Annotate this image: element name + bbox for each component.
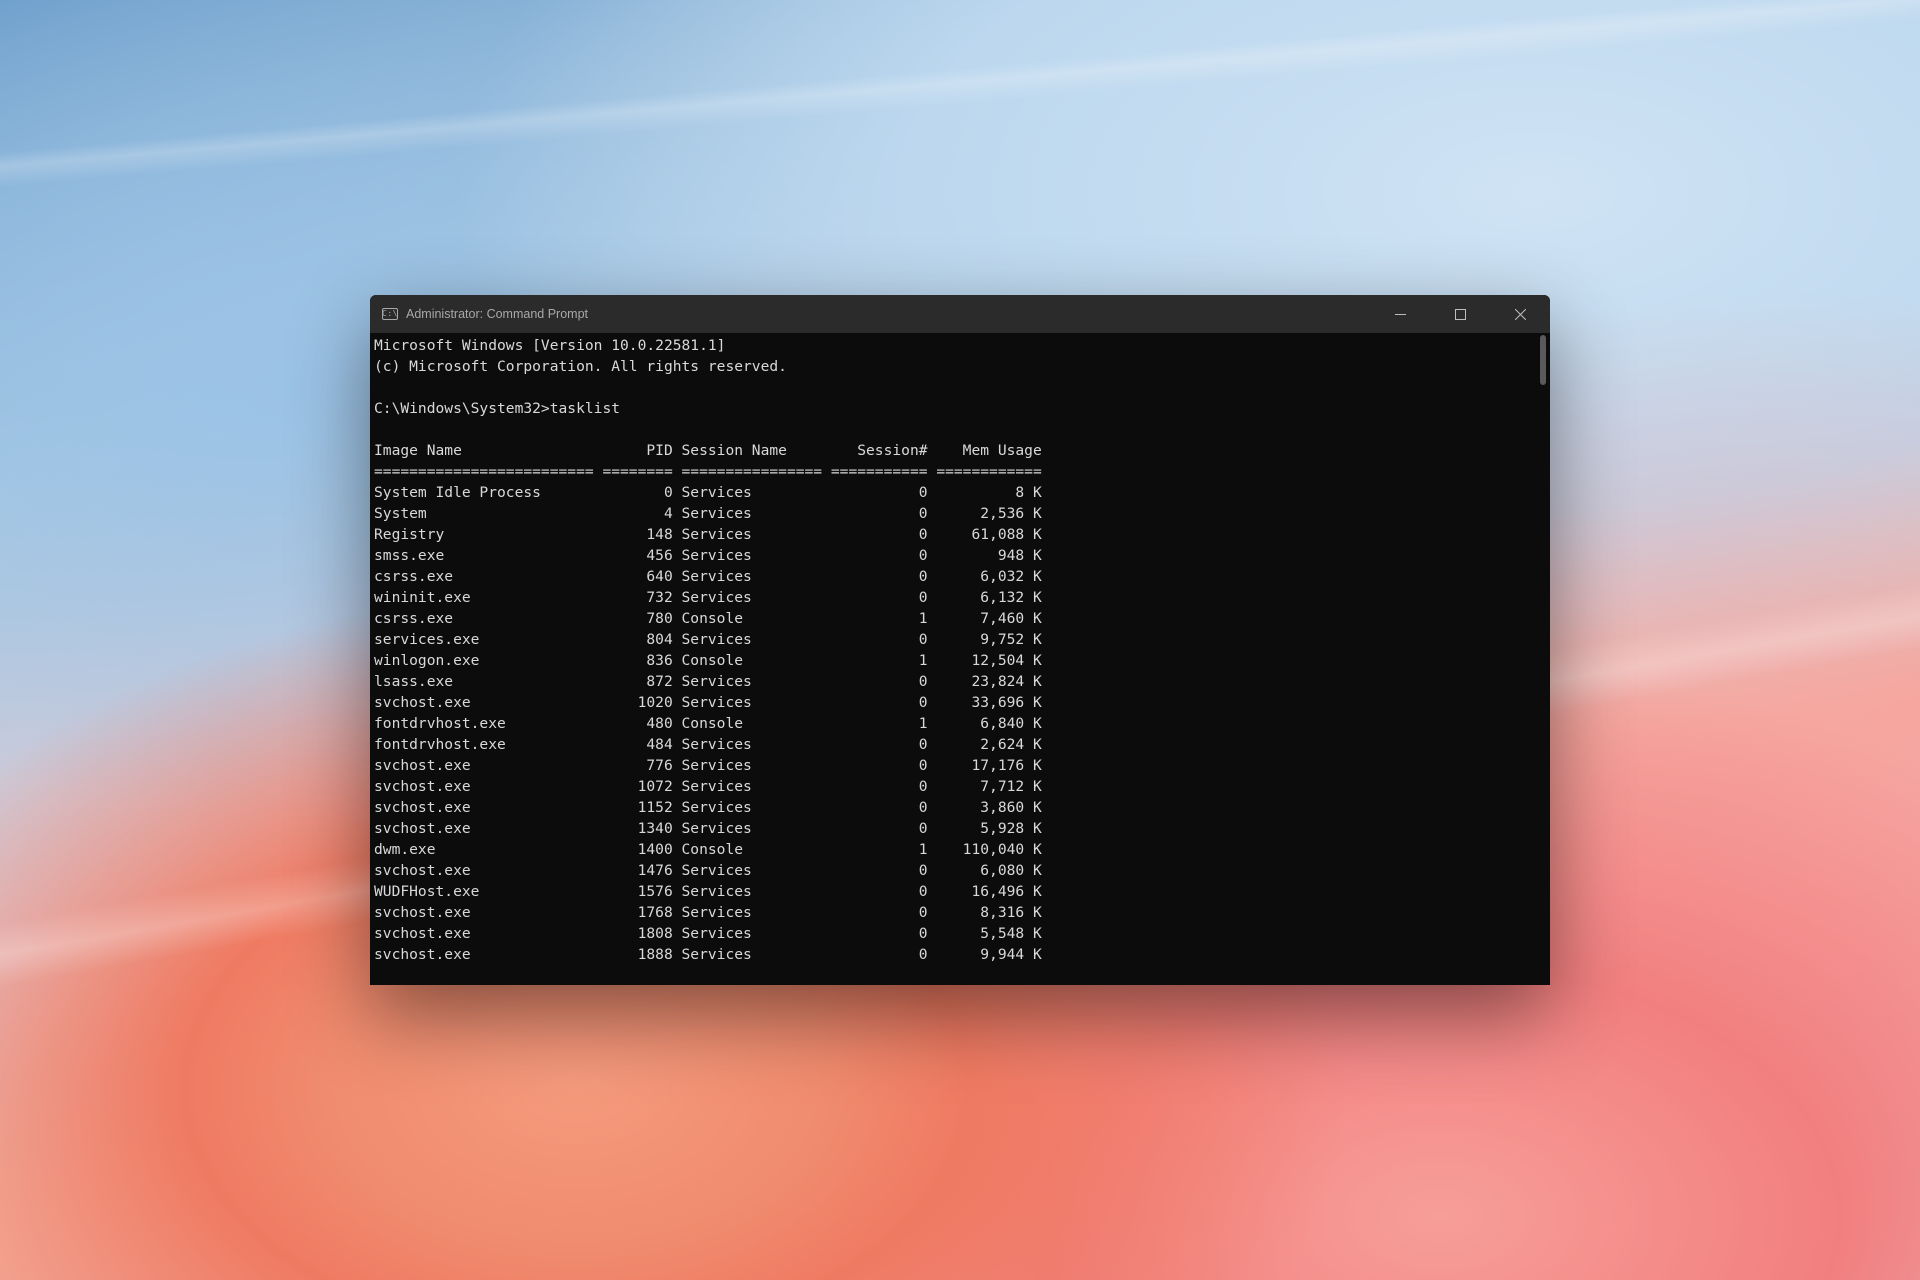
titlebar[interactable]: C:\ Administrator: Command Prompt: [370, 295, 1550, 333]
maximize-button[interactable]: [1430, 295, 1490, 333]
terminal-output: Microsoft Windows [Version 10.0.22581.1]…: [374, 335, 1546, 965]
window-title: Administrator: Command Prompt: [406, 307, 588, 321]
close-button[interactable]: [1490, 295, 1550, 333]
command-prompt-window: C:\ Administrator: Command Prompt Micros…: [370, 295, 1550, 985]
terminal-client-area[interactable]: Microsoft Windows [Version 10.0.22581.1]…: [370, 333, 1550, 985]
minimize-button[interactable]: [1370, 295, 1430, 333]
scrollbar-thumb[interactable]: [1540, 335, 1546, 385]
scrollbar-vertical[interactable]: [1536, 333, 1550, 985]
cmd-icon: C:\: [382, 308, 398, 320]
